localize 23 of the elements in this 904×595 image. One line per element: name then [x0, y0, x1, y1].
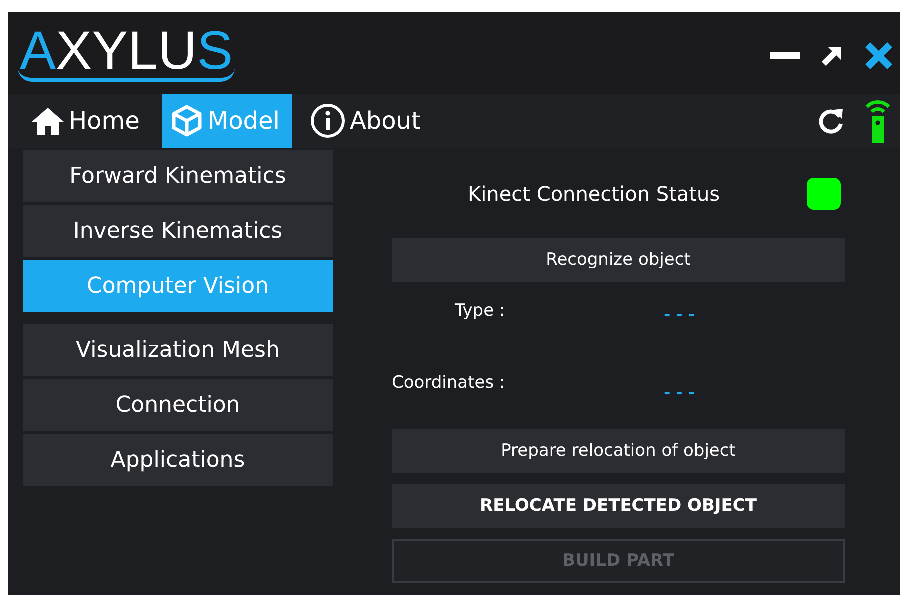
cube-icon	[170, 104, 204, 138]
nav-tab[interactable]: About	[302, 94, 433, 148]
field-label: Coordinates :	[392, 373, 506, 395]
app-logo: AXYLUS	[18, 24, 236, 82]
field-label: Type :	[455, 301, 506, 323]
close-icon[interactable]	[864, 41, 894, 71]
field-value: - - -	[664, 305, 695, 326]
home-icon	[31, 106, 65, 136]
sidebar-item[interactable]: Applications	[23, 434, 333, 486]
nav-tab[interactable]: Home	[23, 94, 152, 148]
sidebar-item[interactable]: Inverse Kinematics	[23, 205, 333, 257]
diagonal-arrow-icon[interactable]	[820, 44, 844, 68]
minimize-icon[interactable]	[770, 52, 800, 60]
field-value: - - -	[664, 383, 695, 404]
action-button[interactable]: RELOCATE DETECTED OBJECT	[392, 484, 845, 528]
sidebar-item[interactable]: Visualization Mesh	[23, 324, 333, 376]
sidebar-item[interactable]: Forward Kinematics	[23, 150, 333, 202]
status-label: Kinect Connection Status	[468, 182, 720, 206]
recognize-button[interactable]: Recognize object	[392, 238, 845, 282]
info-icon	[310, 103, 346, 139]
sidebar-item[interactable]: Connection	[23, 379, 333, 431]
refresh-icon[interactable]	[816, 106, 846, 136]
action-button[interactable]: Prepare relocation of object	[392, 429, 845, 473]
